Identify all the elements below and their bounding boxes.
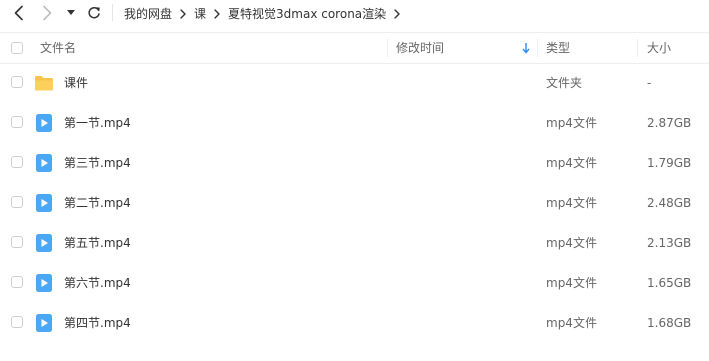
video-file-icon bbox=[34, 313, 54, 333]
row-checkbox[interactable] bbox=[11, 116, 23, 128]
file-size: 1.79GB bbox=[647, 156, 692, 170]
file-list: 课件 文件夹 - 第一节.mp4 mp4文件 2.87GB 第三节.mp4 mp… bbox=[0, 63, 709, 343]
row-checkbox[interactable] bbox=[11, 236, 23, 248]
breadcrumb: 我的网盘 课 夏特视觉3dmax corona渲染 bbox=[124, 0, 408, 26]
file-type: mp4文件 bbox=[546, 156, 597, 170]
row-checkbox[interactable] bbox=[11, 76, 23, 88]
refresh-button[interactable] bbox=[84, 1, 104, 25]
breadcrumb-item-current[interactable]: 夏特视觉3dmax corona渲染 bbox=[228, 5, 386, 22]
list-item[interactable]: 第二节.mp4 mp4文件 2.48GB bbox=[0, 183, 709, 223]
file-size: 2.87GB bbox=[647, 116, 692, 130]
video-file-icon bbox=[34, 273, 54, 293]
column-header-size[interactable]: 大小 bbox=[647, 33, 671, 63]
select-all-checkbox[interactable] bbox=[11, 42, 23, 54]
file-type: mp4文件 bbox=[546, 236, 597, 250]
chevron-right-icon bbox=[43, 5, 52, 21]
file-name: 课件 bbox=[64, 76, 89, 90]
file-type: mp4文件 bbox=[546, 316, 597, 330]
folder-icon bbox=[34, 73, 54, 93]
row-checkbox[interactable] bbox=[11, 276, 23, 288]
caret-down-icon bbox=[67, 10, 75, 15]
row-checkbox[interactable] bbox=[11, 316, 23, 328]
file-name: 第四节.mp4 bbox=[64, 316, 131, 330]
list-item[interactable]: 第五节.mp4 mp4文件 2.13GB bbox=[0, 223, 709, 263]
list-item[interactable]: 第六节.mp4 mp4文件 1.65GB bbox=[0, 263, 709, 303]
column-header-type[interactable]: 类型 bbox=[546, 33, 570, 63]
chevron-left-icon bbox=[14, 5, 23, 21]
file-name: 第六节.mp4 bbox=[64, 276, 131, 290]
column-divider bbox=[537, 39, 538, 57]
file-browser-window: 我的网盘 课 夏特视觉3dmax corona渲染 文件名 修改时间 类型 大小 bbox=[0, 0, 709, 361]
file-type: mp4文件 bbox=[546, 196, 597, 210]
column-header-modified-time[interactable]: 修改时间 bbox=[396, 33, 444, 63]
video-file-icon bbox=[34, 193, 54, 213]
list-item[interactable]: 第一节.mp4 mp4文件 2.87GB bbox=[0, 103, 709, 143]
file-type: mp4文件 bbox=[546, 116, 597, 130]
file-name: 第二节.mp4 bbox=[64, 196, 131, 210]
file-size: 1.68GB bbox=[647, 316, 692, 330]
column-divider bbox=[387, 39, 388, 57]
list-item[interactable]: 课件 文件夹 - bbox=[0, 63, 709, 103]
refresh-icon bbox=[88, 6, 100, 19]
video-file-icon bbox=[34, 233, 54, 253]
file-type: 文件夹 bbox=[546, 76, 583, 90]
file-list-header: 文件名 修改时间 类型 大小 bbox=[0, 32, 709, 64]
history-dropdown-button[interactable] bbox=[63, 1, 79, 25]
file-size: 2.48GB bbox=[647, 196, 692, 210]
file-name: 第一节.mp4 bbox=[64, 116, 131, 130]
column-divider bbox=[637, 39, 638, 57]
breadcrumb-separator-icon bbox=[206, 6, 228, 20]
file-type: mp4文件 bbox=[546, 276, 597, 290]
list-item[interactable]: 第四节.mp4 mp4文件 1.68GB bbox=[0, 303, 709, 343]
arrow-down-icon[interactable] bbox=[521, 42, 531, 54]
file-size: 1.65GB bbox=[647, 276, 692, 290]
file-name: 第三节.mp4 bbox=[64, 156, 131, 170]
breadcrumb-item-folder[interactable]: 课 bbox=[194, 5, 206, 22]
navigation-bar: 我的网盘 课 夏特视觉3dmax corona渲染 bbox=[0, 0, 709, 26]
nav-divider bbox=[112, 4, 113, 21]
breadcrumb-separator-icon bbox=[386, 6, 408, 20]
row-checkbox[interactable] bbox=[11, 196, 23, 208]
file-name: 第五节.mp4 bbox=[64, 236, 131, 250]
file-size: - bbox=[647, 76, 652, 90]
video-file-icon bbox=[34, 153, 54, 173]
file-size: 2.13GB bbox=[647, 236, 692, 250]
back-button[interactable] bbox=[8, 1, 30, 25]
row-checkbox[interactable] bbox=[11, 156, 23, 168]
breadcrumb-separator-icon bbox=[172, 6, 194, 20]
breadcrumb-item-root[interactable]: 我的网盘 bbox=[124, 5, 172, 22]
column-header-name[interactable]: 文件名 bbox=[40, 33, 76, 63]
list-item[interactable]: 第三节.mp4 mp4文件 1.79GB bbox=[0, 143, 709, 183]
video-file-icon bbox=[34, 113, 54, 133]
forward-button[interactable] bbox=[36, 1, 58, 25]
